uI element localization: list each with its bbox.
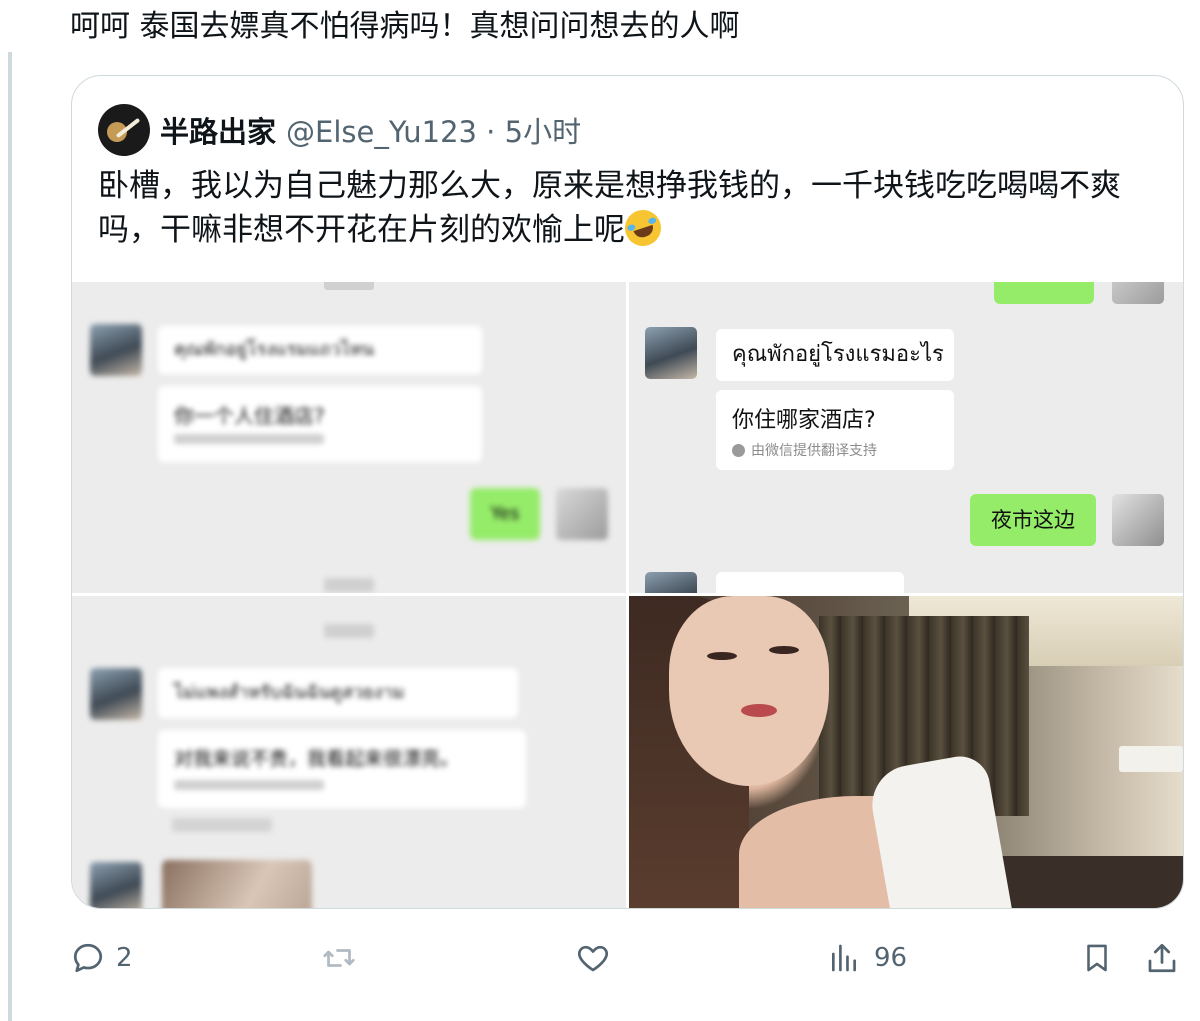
chat-bubble-thai: คุณพักอยู่โรงแรมแถวไหน	[158, 326, 482, 374]
chat-bubble-reply: Yes	[470, 488, 540, 540]
view-count: 96	[874, 943, 908, 973]
user-avatar	[1112, 282, 1164, 304]
media-image-3[interactable]: ไม่แพงสำหรับฉันฉันดูสวยงาม 对我来说不贵，我看起来很漂…	[72, 596, 626, 908]
analytics-icon	[832, 944, 856, 972]
timestamp	[324, 282, 374, 290]
bookmark-icon	[1087, 944, 1107, 972]
quoted-post-text: 卧槽，我以为自己魅力那么大，原来是想挣我钱的，一千块钱吃吃喝喝不爽吗，干嘛非想不…	[98, 164, 1148, 252]
contact-avatar	[90, 668, 142, 720]
media-grid: คุณพักอยู่โรงแรมแถวไหน 你一个人住酒店? Yes คุณพ…	[72, 282, 1183, 908]
chat-image-thumbnail	[162, 860, 312, 908]
media-image-1[interactable]: คุณพักอยู่โรงแรมแถวไหน 你一个人住酒店? Yes	[72, 282, 626, 593]
translation-note	[174, 434, 324, 444]
thread-connector-line	[8, 52, 12, 1021]
share-icon	[1148, 943, 1176, 973]
contact-avatar	[645, 572, 697, 593]
chat-bubble-translation: 你住哪家酒店? 由微信提供翻译支持	[716, 390, 954, 470]
translation-text: 对我来说不贵，我看起来很漂亮。	[174, 748, 460, 770]
quoted-post-header: 半路出家 @Else_Yu123 · 5小时	[98, 102, 581, 158]
rolling-on-floor-laughing-emoji-icon	[620, 205, 666, 251]
translation-text: 你一个人住酒店?	[174, 404, 325, 428]
quoted-author-name[interactable]: 半路出家	[160, 109, 276, 151]
media-image-2[interactable]: คุณพักอยู่โรงแรมอะไร 你住哪家酒店? 由微信提供翻译支持 夜…	[629, 282, 1183, 593]
bookmark-button[interactable]	[1080, 930, 1114, 986]
user-avatar	[556, 488, 608, 540]
reply-button[interactable]: 2	[70, 930, 133, 986]
photo-eye	[707, 652, 737, 660]
photo-eye	[769, 646, 799, 654]
chat-bubble-thai: คุณพักอยู่โรงแรมอะไร	[716, 329, 954, 381]
chat-bubble-translation: 对我来说不贵，我看起来很漂亮。	[158, 730, 526, 808]
repost-button[interactable]	[320, 930, 358, 986]
photo-lips	[741, 704, 777, 717]
media-image-4-photo[interactable]	[629, 596, 1183, 908]
photo-face	[669, 596, 829, 786]
contact-avatar	[90, 862, 142, 908]
recall-notice	[172, 818, 272, 832]
timestamp	[324, 578, 374, 592]
heart-icon	[577, 945, 609, 972]
chat-bubble-partial	[994, 282, 1094, 304]
translation-note	[174, 780, 324, 790]
translation-note-text: 由微信提供翻译支持	[751, 443, 877, 459]
user-avatar	[1112, 494, 1164, 546]
quoted-author-handle-time[interactable]: @Else_Yu123 · 5小时	[286, 109, 581, 151]
contact-avatar	[90, 324, 142, 376]
reply-icon	[73, 943, 103, 973]
quoted-post[interactable]: 半路出家 @Else_Yu123 · 5小时 卧槽，我以为自己魅力那么大，原来是…	[71, 75, 1184, 909]
thai-question-text: คุณพักอยู่โรงแรมอะไร	[732, 342, 944, 367]
post-action-bar: 2 96	[70, 930, 1190, 986]
translation-note: 由微信提供翻译支持	[732, 440, 877, 460]
chat-bubble-thai: ไม่แพงสำหรับฉันฉันดูสวยงาม	[158, 668, 518, 718]
chat-bubble-partial	[716, 572, 904, 593]
chat-bubble-translation: 你一个人住酒店?	[158, 386, 482, 462]
avatar[interactable]	[98, 104, 150, 156]
translation-text: 你住哪家酒店?	[732, 408, 876, 433]
check-icon	[732, 444, 745, 457]
chat-bubble-reply: 夜市这边	[970, 494, 1096, 546]
contact-avatar	[645, 327, 697, 379]
reply-count: 2	[116, 943, 133, 973]
quoted-post-body: 卧槽，我以为自己魅力那么大，原来是想挣我钱的，一千块钱吃吃喝喝不爽吗，干嘛非想不…	[98, 168, 1121, 248]
photo-air-conditioner	[1119, 746, 1183, 772]
post-text: 呵呵 泰国去嫖真不怕得病吗！真想问问想去的人啊	[70, 9, 740, 44]
repost-icon	[323, 949, 355, 967]
views-button[interactable]: 96	[828, 930, 907, 986]
timestamp	[324, 624, 374, 638]
like-button[interactable]	[575, 930, 611, 986]
share-button[interactable]	[1144, 930, 1180, 986]
